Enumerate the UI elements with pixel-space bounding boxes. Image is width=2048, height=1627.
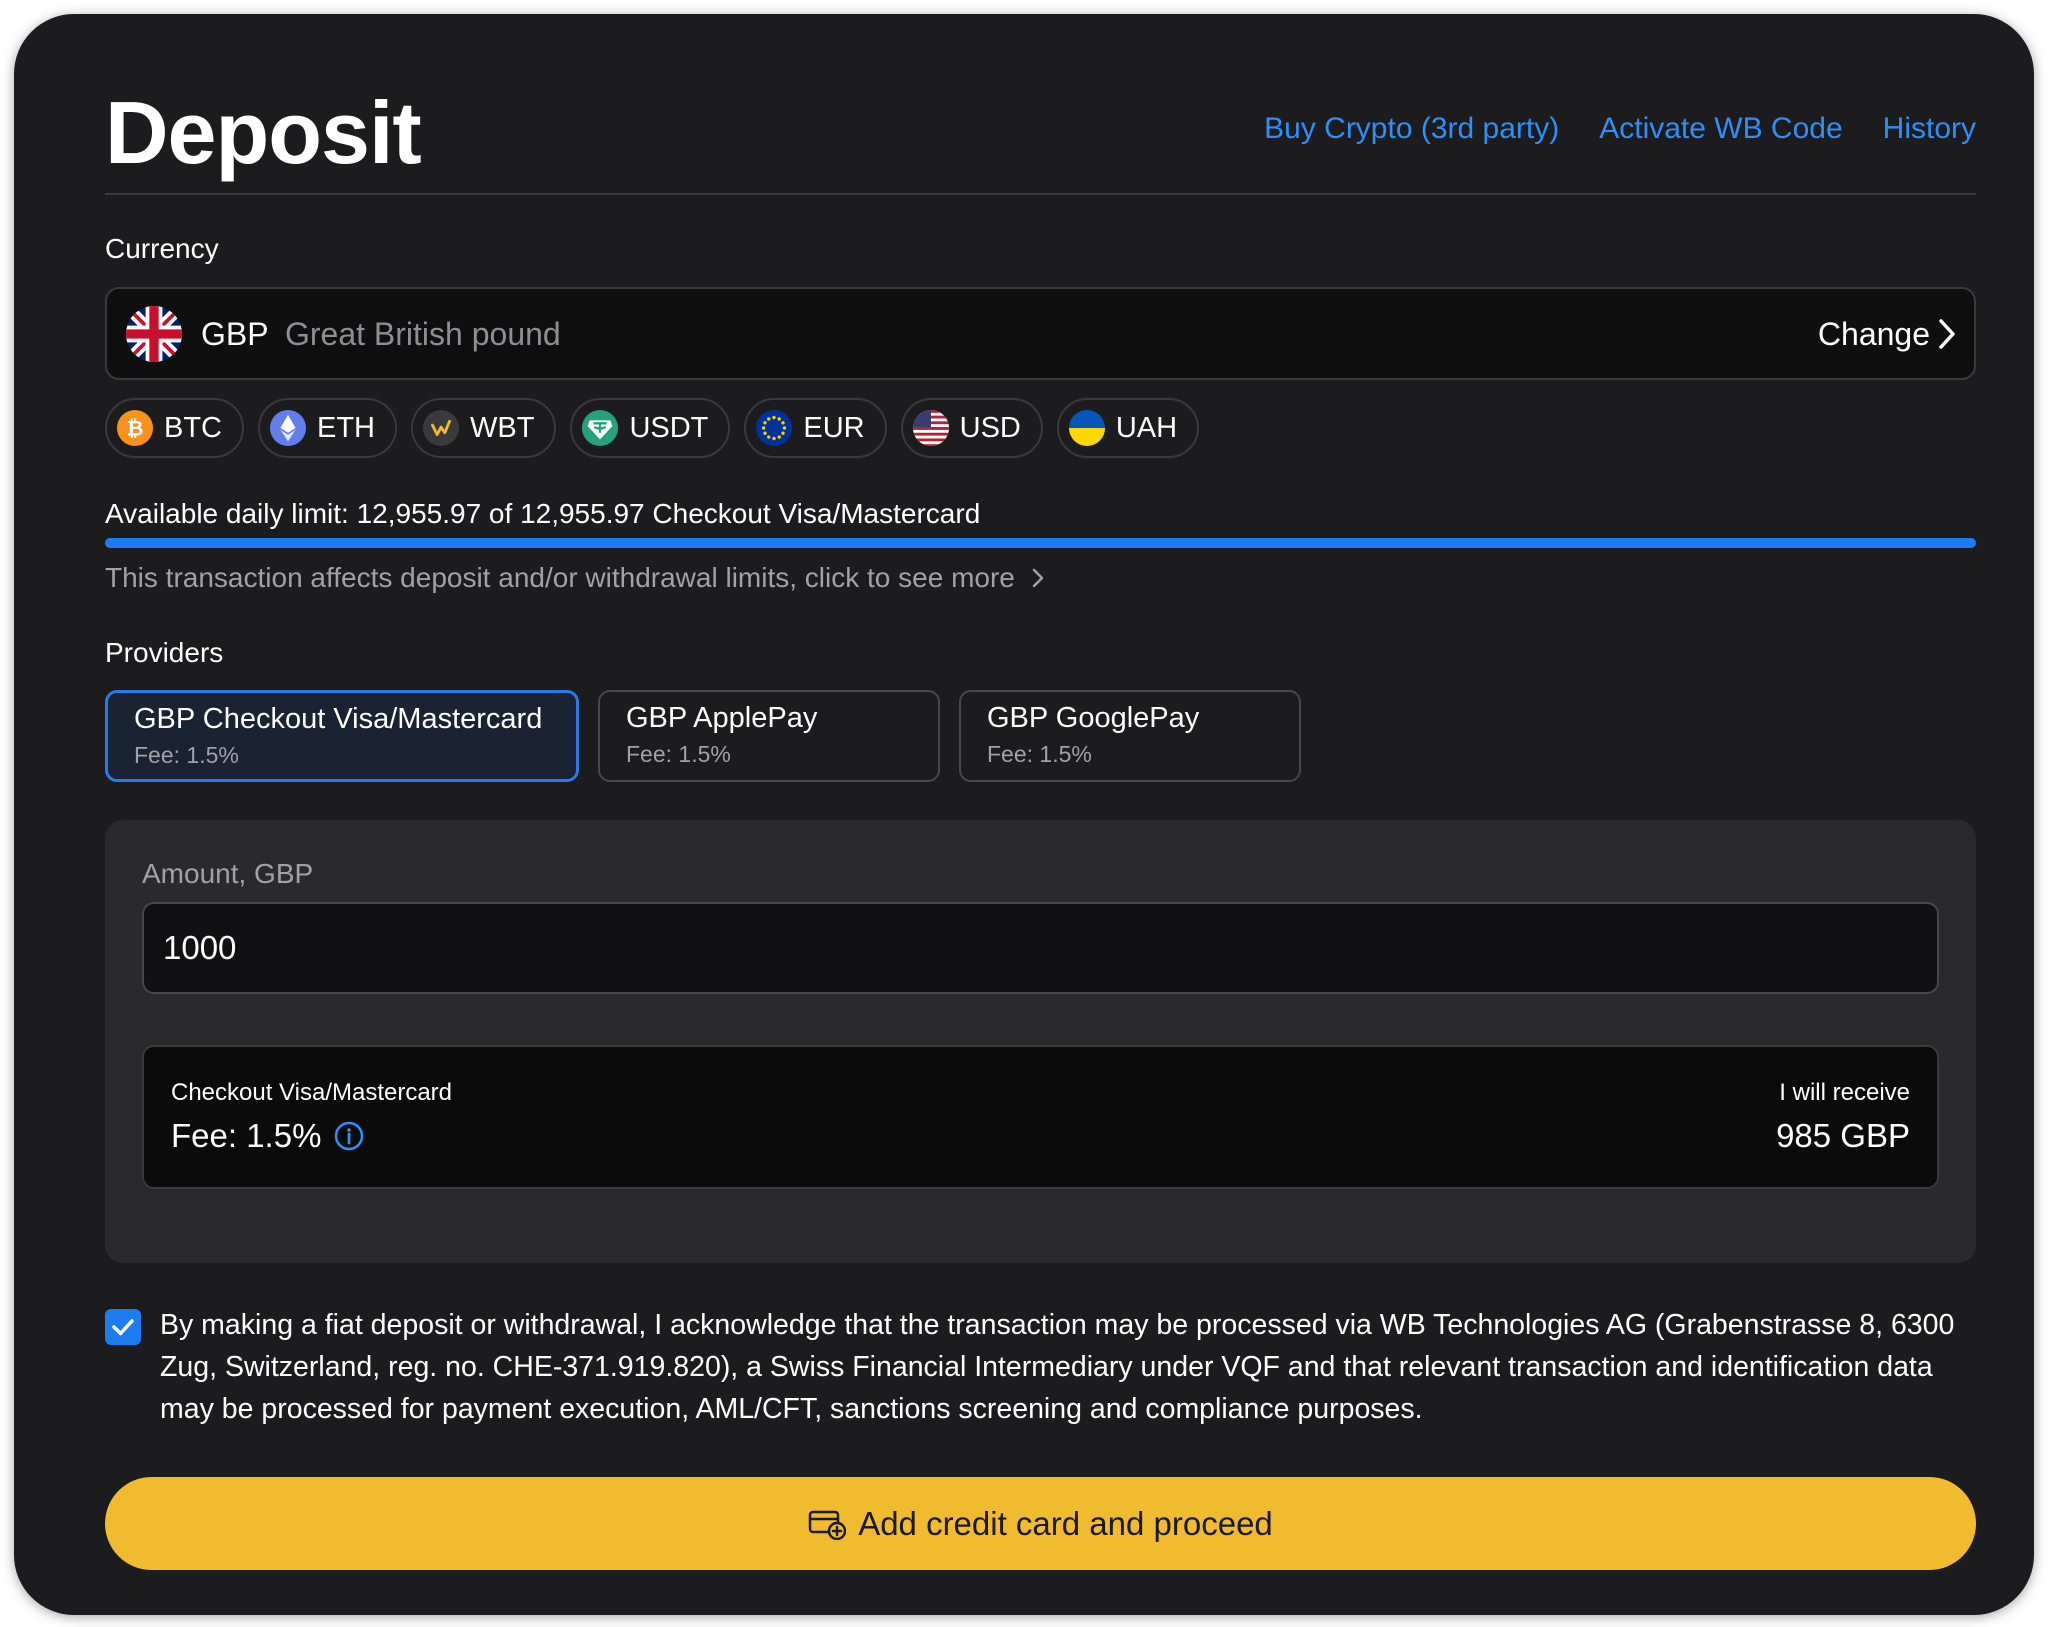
uk-flag-icon bbox=[126, 306, 182, 362]
change-currency-button[interactable]: Change bbox=[1818, 316, 1930, 353]
provider-fee: Fee: 1.5% bbox=[987, 741, 1092, 767]
amount-panel: Amount, GBP Checkout Visa/Mastercard Fee… bbox=[105, 820, 1976, 1263]
add-credit-card-button[interactable]: Add credit card and proceed bbox=[105, 1477, 1976, 1570]
chip-usdt[interactable]: USDT bbox=[570, 398, 731, 458]
whitebit-icon bbox=[422, 409, 460, 447]
chip-label: USD bbox=[959, 411, 1021, 444]
receive-label: I will receive bbox=[1779, 1079, 1910, 1106]
header-links: Buy Crypto (3rd party) Activate WB Code … bbox=[1264, 112, 1976, 146]
receive-value: 985 GBP bbox=[1776, 1117, 1910, 1154]
chip-label: BTC bbox=[164, 411, 222, 444]
chip-wbt[interactable]: WBT bbox=[411, 398, 557, 458]
daily-limit-progress-fill bbox=[105, 538, 1976, 548]
eu-flag-icon bbox=[756, 409, 793, 447]
deposit-window: Deposit Buy Crypto (3rd party) Activate … bbox=[14, 14, 2034, 1615]
provider-googlepay[interactable]: GBP GooglePay Fee: 1.5% bbox=[959, 690, 1301, 782]
ukraine-flag-icon bbox=[1068, 409, 1105, 447]
currency-selector[interactable]: GBP Great British pound Change bbox=[105, 287, 1976, 380]
summary-fee-row: Fee: 1.5% bbox=[171, 1117, 365, 1155]
providers-section-label: Providers bbox=[105, 637, 224, 668]
provider-options: GBP Checkout Visa/Mastercard Fee: 1.5% G… bbox=[105, 690, 1301, 782]
amount-label: Amount, GBP bbox=[142, 858, 314, 889]
checkmark-icon bbox=[112, 1319, 134, 1336]
ethereum-icon bbox=[269, 409, 307, 447]
buy-crypto-link[interactable]: Buy Crypto (3rd party) bbox=[1264, 112, 1559, 146]
chevron-right-icon bbox=[1939, 319, 1955, 349]
limits-note-text: This transaction affects deposit and/or … bbox=[105, 562, 1015, 593]
deposit-summary: Checkout Visa/Mastercard Fee: 1.5% I wil… bbox=[142, 1045, 1939, 1189]
history-link[interactable]: History bbox=[1883, 112, 1976, 146]
chip-eur[interactable]: EUR bbox=[744, 398, 887, 458]
svg-text:₿: ₿ bbox=[126, 417, 143, 441]
quick-currency-chips: ₿ BTC ETH WBT USDT EUR USD UAH bbox=[105, 398, 1200, 458]
activate-wb-code-link[interactable]: Activate WB Code bbox=[1599, 112, 1842, 146]
summary-provider: Checkout Visa/Mastercard bbox=[171, 1079, 453, 1106]
chip-label: USDT bbox=[629, 411, 709, 444]
amount-input[interactable] bbox=[142, 902, 1939, 994]
provider-name: GBP GooglePay bbox=[987, 702, 1200, 734]
page-title: Deposit bbox=[105, 83, 422, 182]
chip-btc[interactable]: ₿ BTC bbox=[105, 398, 244, 458]
summary-fee: Fee: 1.5% bbox=[171, 1117, 322, 1154]
currency-code: GBP bbox=[201, 316, 269, 352]
add-card-icon bbox=[808, 1510, 847, 1540]
currency-name: Great British pound bbox=[285, 316, 561, 352]
limits-info-link[interactable]: This transaction affects deposit and/or … bbox=[105, 562, 1045, 594]
info-icon[interactable] bbox=[333, 1120, 365, 1152]
currency-section-label: Currency bbox=[105, 233, 219, 264]
chip-uah[interactable]: UAH bbox=[1056, 398, 1200, 458]
chip-usd[interactable]: USD bbox=[900, 398, 1043, 458]
provider-name: GBP ApplePay bbox=[626, 702, 818, 734]
chevron-right-icon bbox=[1032, 568, 1044, 588]
chip-label: EUR bbox=[803, 411, 865, 444]
provider-fee: Fee: 1.5% bbox=[134, 742, 239, 768]
daily-limit-progress bbox=[105, 538, 1976, 548]
chip-eth[interactable]: ETH bbox=[258, 398, 397, 458]
consent-checkbox[interactable] bbox=[105, 1309, 141, 1345]
us-flag-icon bbox=[912, 409, 949, 447]
cta-label: Add credit card and proceed bbox=[858, 1504, 1273, 1542]
provider-checkout-visa-mastercard[interactable]: GBP Checkout Visa/Mastercard Fee: 1.5% bbox=[105, 690, 579, 782]
consent-text: By making a fiat deposit or withdrawal, … bbox=[160, 1309, 1955, 1425]
daily-limit-text: Available daily limit: 12,955.97 of 12,9… bbox=[105, 498, 981, 529]
tether-icon bbox=[582, 409, 619, 447]
bitcoin-icon: ₿ bbox=[116, 409, 154, 447]
provider-fee: Fee: 1.5% bbox=[626, 741, 731, 767]
provider-applepay[interactable]: GBP ApplePay Fee: 1.5% bbox=[598, 690, 940, 782]
provider-name: GBP Checkout Visa/Mastercard bbox=[134, 703, 543, 735]
chip-label: UAH bbox=[1115, 411, 1178, 444]
chip-label: WBT bbox=[470, 411, 535, 444]
page-header: Deposit Buy Crypto (3rd party) Activate … bbox=[105, 74, 1976, 195]
chip-label: ETH bbox=[317, 411, 375, 444]
